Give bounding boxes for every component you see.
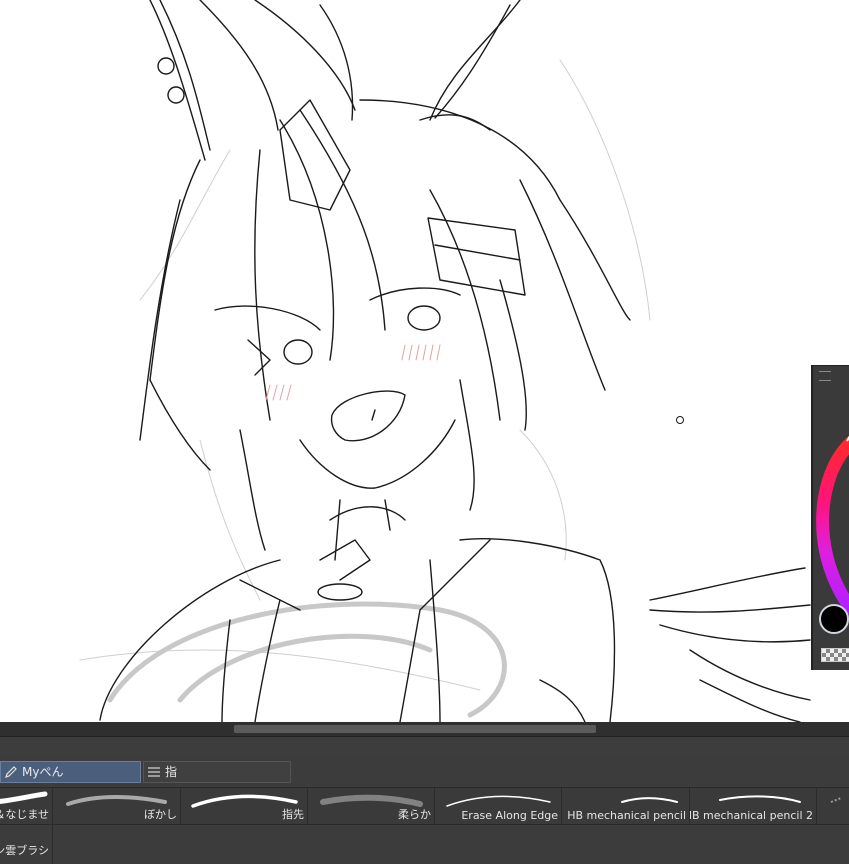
brush-stroke-preview bbox=[830, 797, 842, 803]
brush-label: 指先 bbox=[282, 808, 304, 821]
tab-label: Myぺん bbox=[22, 765, 64, 779]
line-art-sketch bbox=[79, 0, 811, 722]
drawing-canvas[interactable] bbox=[0, 0, 849, 722]
sub-tool-panel: Myぺん 指 ＆なじませ ぼかし 指先 柔らか Erase Along Edge bbox=[0, 758, 849, 864]
color-wheel-palette[interactable] bbox=[811, 365, 849, 670]
brush-item-hb-mechanical-pencil[interactable]: HB mechanical pencil bbox=[562, 788, 690, 824]
brush-label: Erase Along Edge bbox=[461, 809, 558, 822]
transparent-color-swatch[interactable] bbox=[821, 648, 849, 662]
brush-item-erase-along-edge[interactable]: Erase Along Edge bbox=[435, 788, 562, 824]
brush-label: 柔らか bbox=[398, 808, 431, 821]
list-icon bbox=[146, 764, 162, 780]
brush-item-blend[interactable]: ＆なじませ bbox=[0, 788, 53, 824]
scrollbar-thumb[interactable] bbox=[234, 725, 596, 733]
brush-label: ン雲ブラシ bbox=[0, 844, 49, 857]
brush-label: ＆なじませ bbox=[0, 808, 49, 821]
canvas-horizontal-scrollbar[interactable] bbox=[0, 722, 849, 736]
sub-tool-panel-header bbox=[0, 736, 849, 759]
pen-icon bbox=[3, 764, 19, 780]
brush-item-soft[interactable]: 柔らか bbox=[308, 788, 435, 824]
brush-list: ＆なじませ ぼかし 指先 柔らか Erase Along Edge HB mec… bbox=[0, 787, 849, 825]
brush-label: HB mechanical pencil 2 bbox=[690, 809, 813, 822]
brush-item-cloud-brush[interactable]: ン雲ブラシ bbox=[0, 823, 53, 864]
brush-label: ぼかし bbox=[144, 808, 177, 821]
tab-label: 指 bbox=[165, 765, 178, 779]
brush-item-hb-mechanical-pencil-2[interactable]: HB mechanical pencil 2 bbox=[690, 788, 817, 824]
current-color-swatch[interactable] bbox=[819, 604, 849, 634]
brush-item-fingertip[interactable]: 指先 bbox=[181, 788, 308, 824]
brush-item-partial[interactable] bbox=[817, 788, 849, 824]
tab-mypen-group[interactable]: Myぺん bbox=[0, 761, 141, 783]
brush-label: HB mechanical pencil bbox=[567, 809, 686, 822]
palette-grip-icon[interactable] bbox=[819, 371, 831, 381]
brush-item-blur[interactable]: ぼかし bbox=[53, 788, 181, 824]
tab-finger-group[interactable]: 指 bbox=[143, 761, 291, 783]
